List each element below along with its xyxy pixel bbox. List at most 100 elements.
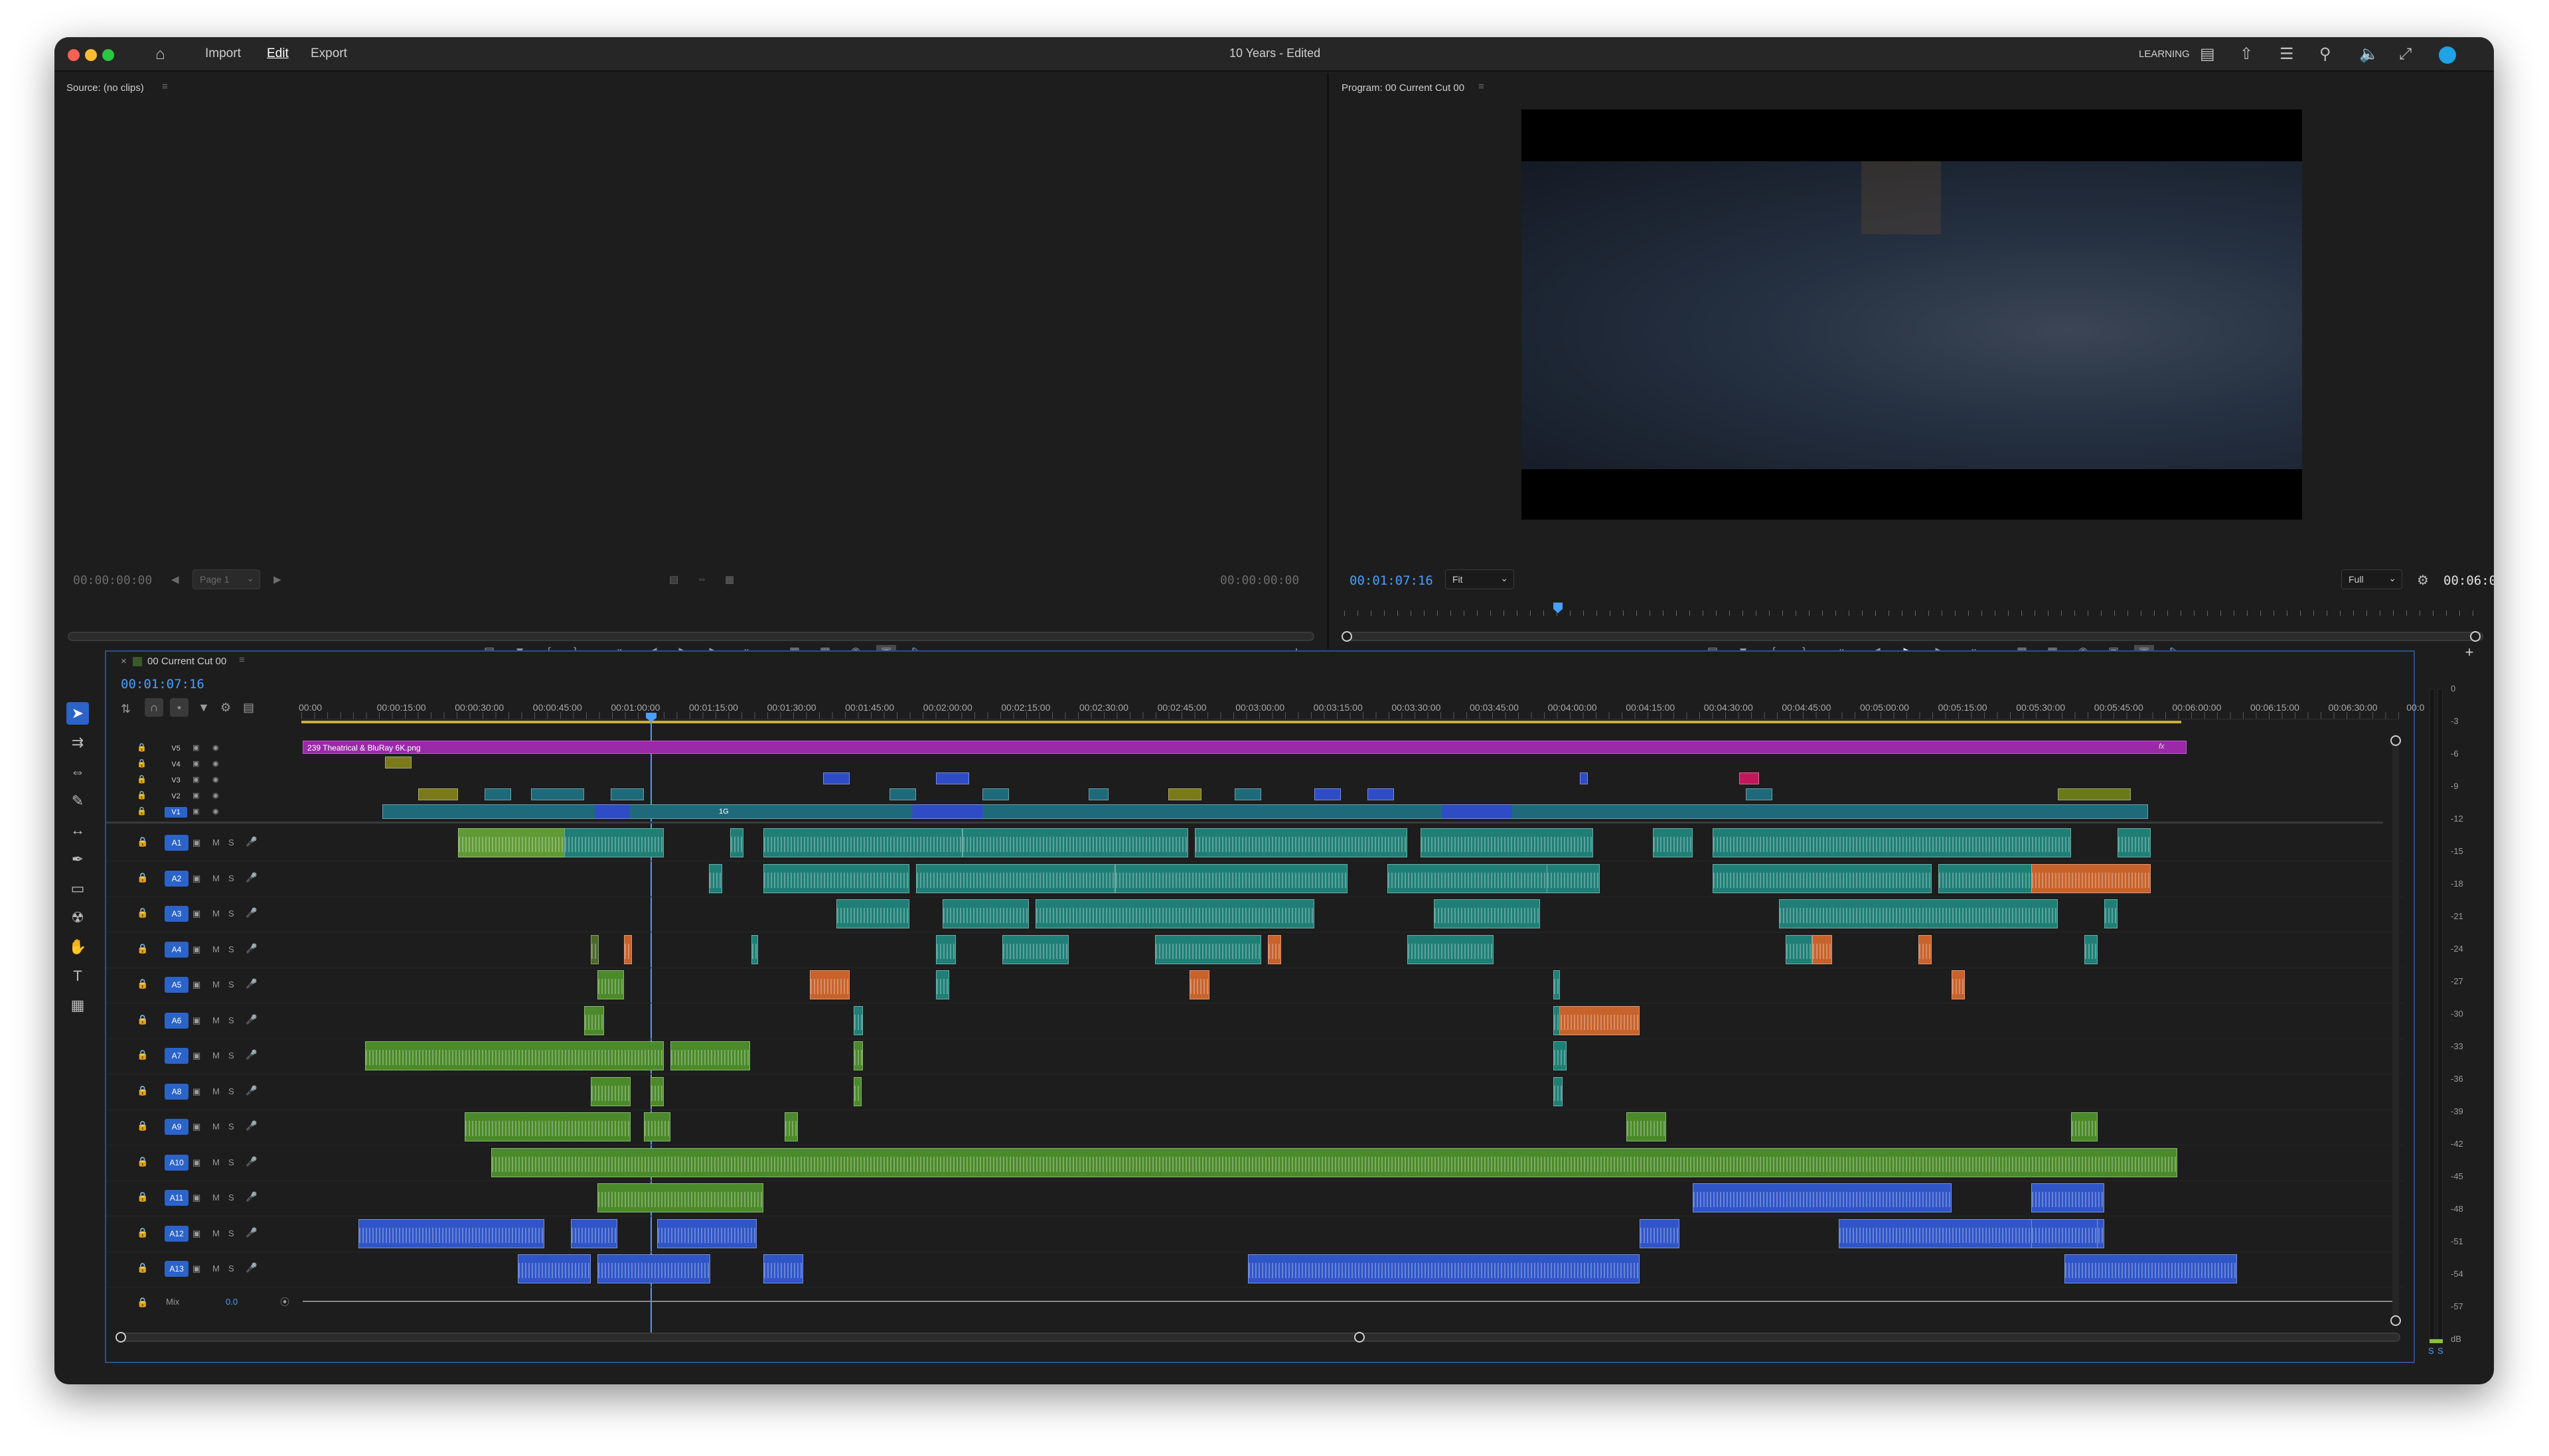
timeline-playhead-timecode[interactable]: 00:01:07:16 xyxy=(121,677,204,692)
audio-clip[interactable] xyxy=(1036,899,1314,928)
audio-track-label[interactable]: A9 xyxy=(165,1119,189,1135)
audio-clip[interactable] xyxy=(1553,1077,1563,1106)
hscroll-handle-right[interactable] xyxy=(1354,1332,1365,1343)
audio-clip[interactable] xyxy=(1195,828,1407,857)
audio-clip[interactable] xyxy=(1553,1006,1640,1035)
audio-clip[interactable] xyxy=(936,970,949,999)
audio-clip[interactable] xyxy=(854,1041,863,1070)
audio-clip[interactable] xyxy=(1553,1006,1560,1035)
audio-clip[interactable] xyxy=(936,935,956,964)
audio-clip[interactable] xyxy=(1553,1041,1567,1070)
sync-lock-icon[interactable]: ▣ xyxy=(193,1228,200,1239)
source-timecode-right[interactable]: 00:00:00:00 xyxy=(1220,573,1299,587)
mute-button[interactable]: M xyxy=(212,1122,220,1131)
audio-clip[interactable] xyxy=(1653,828,1693,857)
audio-clip[interactable] xyxy=(1407,935,1494,964)
audio-clip[interactable] xyxy=(1693,1183,1952,1212)
mute-button[interactable]: M xyxy=(212,1051,220,1060)
snap-icon[interactable]: ∩ xyxy=(145,698,163,717)
audio-clip[interactable] xyxy=(1434,899,1540,928)
sync-lock-icon[interactable]: ▣ xyxy=(193,980,200,990)
solo-button[interactable]: S xyxy=(228,837,234,847)
remix-tool-icon[interactable]: ☢ xyxy=(66,907,89,929)
audio-clip[interactable] xyxy=(763,828,963,857)
audio-track-label[interactable]: A11 xyxy=(165,1190,189,1206)
video-clip[interactable] xyxy=(1746,788,1772,800)
audio-clip[interactable] xyxy=(785,1112,798,1141)
microphone-icon[interactable]: 🎤 xyxy=(246,943,257,954)
selection-tool-icon[interactable]: ➤ xyxy=(66,702,89,725)
linked-selection-icon[interactable]: ⋆ xyxy=(170,698,189,717)
video-clip[interactable] xyxy=(1089,788,1109,800)
microphone-icon[interactable]: 🎤 xyxy=(246,1227,257,1238)
microphone-icon[interactable]: 🎤 xyxy=(246,1191,257,1202)
lock-icon[interactable]: 🔒 xyxy=(137,978,148,989)
mute-button[interactable]: M xyxy=(212,1228,220,1238)
video-clip[interactable] xyxy=(1367,788,1394,800)
vscroll-handle-top[interactable] xyxy=(2390,735,2401,746)
home-icon[interactable]: ⌂ xyxy=(155,45,165,64)
video-clip[interactable] xyxy=(385,757,412,768)
mute-button[interactable]: M xyxy=(212,1086,220,1096)
mute-button[interactable]: M xyxy=(212,837,220,847)
audio-clip[interactable] xyxy=(763,864,909,893)
program-zoom-select[interactable]: Fit ⌄ xyxy=(1445,569,1514,589)
solo-button[interactable]: S xyxy=(228,1157,234,1167)
video-clip[interactable] xyxy=(418,788,458,800)
audio-clip[interactable] xyxy=(2084,935,2098,964)
timeline-settings-icon[interactable]: ⚙ xyxy=(220,701,231,715)
lock-icon[interactable]: 🔒 xyxy=(137,1156,148,1167)
microphone-icon[interactable]: 🎤 xyxy=(246,1014,257,1025)
audio-clip[interactable] xyxy=(2031,864,2151,893)
audio-clip[interactable] xyxy=(1155,935,1261,964)
audio-clip[interactable] xyxy=(1248,1254,1640,1283)
source-settings-icon[interactable]: ▤ xyxy=(669,573,678,585)
audio-clip[interactable] xyxy=(943,899,1029,928)
timeline-v-scrollbar[interactable] xyxy=(2392,741,2399,1325)
audio-clip[interactable] xyxy=(1115,864,1348,893)
microphone-icon[interactable]: 🎤 xyxy=(246,1049,257,1060)
program-panel-menu-icon[interactable]: ≡ xyxy=(1478,81,1484,92)
microphone-icon[interactable]: 🎤 xyxy=(246,872,257,883)
audio-clip[interactable] xyxy=(1918,935,1932,964)
timeline-panel-menu-icon[interactable]: ≡ xyxy=(239,654,245,666)
audio-clip[interactable] xyxy=(2031,1219,2098,1248)
menu-export[interactable]: Export xyxy=(311,46,347,61)
menu-edit[interactable]: Edit xyxy=(267,46,289,61)
audio-clip[interactable] xyxy=(2064,1254,2237,1283)
video-track-label[interactable]: V5 xyxy=(165,743,187,754)
sync-lock-icon[interactable]: ▣ xyxy=(193,1086,200,1097)
video-clip[interactable] xyxy=(611,788,644,800)
lock-icon[interactable]: 🔒 xyxy=(137,806,147,816)
video-clip[interactable] xyxy=(485,788,511,800)
video-clip[interactable] xyxy=(1314,788,1341,800)
mute-button[interactable]: M xyxy=(212,909,220,918)
lock-icon[interactable]: 🔒 xyxy=(137,907,148,918)
audio-track-label[interactable]: A1 xyxy=(165,835,189,851)
minimize-window-button[interactable] xyxy=(85,49,97,61)
source-scrollbar[interactable] xyxy=(68,632,1314,641)
audio-clip[interactable] xyxy=(597,1254,710,1283)
eye-icon[interactable]: ◉ xyxy=(212,759,219,768)
source-panel-menu-icon[interactable]: ≡ xyxy=(162,81,168,92)
source-timecode-left[interactable]: 00:00:00:00 xyxy=(73,573,152,587)
solo-button[interactable]: S xyxy=(228,909,234,918)
microphone-icon[interactable]: 🎤 xyxy=(246,978,257,989)
mute-button[interactable]: M xyxy=(212,1157,220,1167)
audio-clip[interactable] xyxy=(465,1112,631,1141)
microphone-icon[interactable]: 🎤 xyxy=(246,1262,257,1274)
audio-clip[interactable] xyxy=(597,1183,763,1212)
lock-icon[interactable]: 🔒 xyxy=(137,836,148,847)
type-tool-icon[interactable]: T xyxy=(66,965,89,987)
sync-lock-icon[interactable]: ▣ xyxy=(193,1157,200,1168)
audio-clip[interactable] xyxy=(624,935,632,964)
panel-menu-icon[interactable]: ☰ xyxy=(2279,45,2294,64)
solo-button[interactable]: S xyxy=(228,1122,234,1131)
audio-clip[interactable] xyxy=(670,1041,750,1070)
zoom-window-button[interactable] xyxy=(102,49,114,61)
meter-solo-button[interactable]: S xyxy=(2428,1346,2434,1356)
audio-clip[interactable] xyxy=(358,1219,544,1248)
audio-clip[interactable] xyxy=(2118,828,2151,857)
audio-clip[interactable] xyxy=(518,1254,591,1283)
mute-button[interactable]: M xyxy=(212,1264,220,1274)
